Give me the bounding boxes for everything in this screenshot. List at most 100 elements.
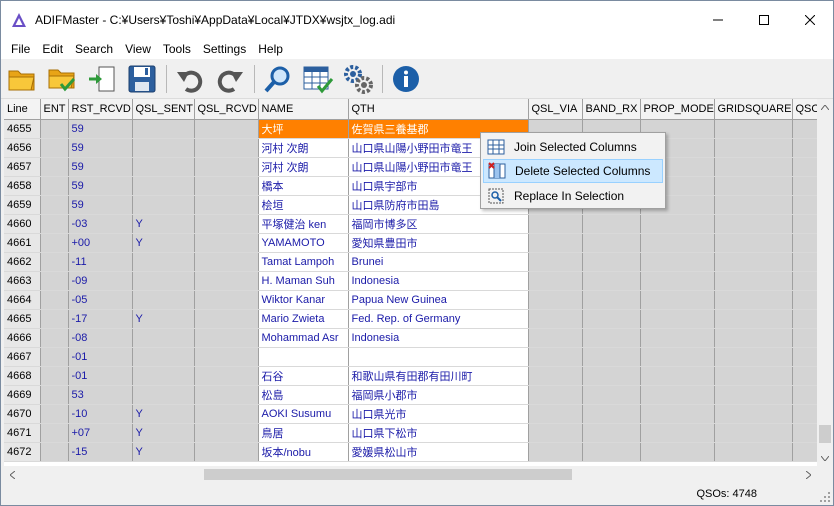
cell-ent[interactable]	[40, 157, 69, 177]
cell-line[interactable]: 4666	[4, 328, 41, 348]
cell-prop-mode[interactable]	[640, 366, 715, 386]
cell-prop-mode[interactable]	[640, 271, 715, 291]
table-row[interactable]: 4669 53 松島 福岡県小郡市	[4, 385, 817, 405]
cell-qso[interactable]	[792, 442, 817, 462]
cell-qsl-sent[interactable]: Y	[132, 309, 195, 329]
cell-qsl-via[interactable]	[528, 404, 583, 424]
table-row[interactable]: 4664 -05 Wiktor Kanar Papua New Guinea	[4, 290, 817, 310]
cell-gridsquare[interactable]	[714, 157, 793, 177]
cell-name[interactable]: 鳥居	[258, 423, 349, 443]
cell-qsl-via[interactable]	[528, 214, 583, 234]
cell-qsl-via[interactable]	[528, 271, 583, 291]
cell-name[interactable]: 桧垣	[258, 195, 349, 215]
cell-qsl-sent[interactable]	[132, 252, 195, 272]
scroll-left-button[interactable]	[4, 466, 21, 483]
import-button[interactable]	[85, 62, 119, 96]
cell-ent[interactable]	[40, 290, 69, 310]
cell-gridsquare[interactable]	[714, 138, 793, 158]
table-row[interactable]: 4666 -08 Mohammad Asr Indonesia	[4, 328, 817, 348]
cell-qsl-sent[interactable]	[132, 119, 195, 139]
cell-qsl-sent[interactable]	[132, 347, 195, 367]
cell-line[interactable]: 4670	[4, 404, 41, 424]
menu-edit[interactable]: Edit	[36, 39, 69, 59]
cell-qsl-sent[interactable]: Y	[132, 404, 195, 424]
menu-file[interactable]: File	[5, 39, 36, 59]
cell-qso[interactable]	[792, 328, 817, 348]
cell-gridsquare[interactable]	[714, 442, 793, 462]
cell-prop-mode[interactable]	[640, 290, 715, 310]
cell-gridsquare[interactable]	[714, 195, 793, 215]
cell-qth[interactable]: Fed. Rep. of Germany	[348, 309, 529, 329]
cell-qth[interactable]: 山口県下松市	[348, 423, 529, 443]
cell-ent[interactable]	[40, 271, 69, 291]
cell-gridsquare[interactable]	[714, 252, 793, 272]
horizontal-scrollbar[interactable]	[4, 466, 817, 483]
scroll-down-button[interactable]	[817, 450, 833, 466]
cell-name[interactable]: 坂本/nobu	[258, 442, 349, 462]
table-row[interactable]: 4672 -15 Y 坂本/nobu 愛媛県松山市	[4, 442, 817, 462]
cell-rst-rcvd[interactable]: -15	[68, 442, 133, 462]
cell-qsl-via[interactable]	[528, 347, 583, 367]
cell-qsl-sent[interactable]: Y	[132, 233, 195, 253]
cell-band-rx[interactable]	[582, 385, 641, 405]
cell-qsl-rcvd[interactable]	[194, 271, 259, 291]
cell-qso[interactable]	[792, 119, 817, 139]
cell-gridsquare[interactable]	[714, 214, 793, 234]
menu-search[interactable]: Search	[69, 39, 119, 59]
cell-line[interactable]: 4656	[4, 138, 41, 158]
column-header-line[interactable]: Line	[4, 99, 41, 120]
cell-ent[interactable]	[40, 442, 69, 462]
cell-qth[interactable]: 和歌山県有田郡有田川町	[348, 366, 529, 386]
cell-name[interactable]: 河村 次朗	[258, 138, 349, 158]
cell-qso[interactable]	[792, 176, 817, 196]
cell-qso[interactable]	[792, 214, 817, 234]
cell-prop-mode[interactable]	[640, 442, 715, 462]
cell-rst-rcvd[interactable]: 59	[68, 157, 133, 177]
cell-qth[interactable]	[348, 347, 529, 367]
search-button[interactable]	[261, 62, 295, 96]
data-grid[interactable]: Line ENT RST_RCVD QSL_SENT QSL_RCVD NAME…	[4, 99, 817, 466]
validate-button[interactable]	[301, 62, 335, 96]
resize-grip-icon[interactable]	[819, 491, 831, 503]
cell-qso[interactable]	[792, 138, 817, 158]
cell-prop-mode[interactable]	[640, 214, 715, 234]
table-row[interactable]: 4665 -17 Y Mario Zwieta Fed. Rep. of Germany	[4, 309, 817, 329]
join-selected-columns-item[interactable]: Join Selected Columns	[483, 135, 663, 159]
cell-gridsquare[interactable]	[714, 271, 793, 291]
cell-line[interactable]: 4671	[4, 423, 41, 443]
cell-qsl-sent[interactable]	[132, 385, 195, 405]
cell-name[interactable]: H. Maman Suh	[258, 271, 349, 291]
cell-band-rx[interactable]	[582, 290, 641, 310]
cell-name[interactable]: Mohammad Asr	[258, 328, 349, 348]
cell-rst-rcvd[interactable]: -08	[68, 328, 133, 348]
column-header-prop-mode[interactable]: PROP_MODE	[640, 99, 715, 120]
menu-help[interactable]: Help	[252, 39, 289, 59]
cell-qsl-sent[interactable]	[132, 176, 195, 196]
cell-qth[interactable]: 福岡市博多区	[348, 214, 529, 234]
cell-gridsquare[interactable]	[714, 176, 793, 196]
cell-ent[interactable]	[40, 119, 69, 139]
cell-line[interactable]: 4665	[4, 309, 41, 329]
cell-qsl-sent[interactable]	[132, 138, 195, 158]
cell-name[interactable]	[258, 347, 349, 367]
cell-qso[interactable]	[792, 423, 817, 443]
open-button[interactable]	[5, 62, 39, 96]
cell-band-rx[interactable]	[582, 214, 641, 234]
cell-qsl-via[interactable]	[528, 366, 583, 386]
cell-line[interactable]: 4662	[4, 252, 41, 272]
cell-band-rx[interactable]	[582, 366, 641, 386]
cell-name[interactable]: Tamat Lampoh	[258, 252, 349, 272]
cell-qth[interactable]: Brunei	[348, 252, 529, 272]
menu-view[interactable]: View	[119, 39, 157, 59]
table-row[interactable]: 4663 -09 H. Maman Suh Indonesia	[4, 271, 817, 291]
table-row[interactable]: 4661 +00 Y YAMAMOTO 愛知県豊田市	[4, 233, 817, 253]
cell-line[interactable]: 4657	[4, 157, 41, 177]
cell-qso[interactable]	[792, 404, 817, 424]
cell-gridsquare[interactable]	[714, 366, 793, 386]
cell-qth[interactable]: Indonesia	[348, 271, 529, 291]
cell-gridsquare[interactable]	[714, 290, 793, 310]
save-button[interactable]	[125, 62, 159, 96]
table-row[interactable]: 4667 -01	[4, 347, 817, 367]
cell-line[interactable]: 4660	[4, 214, 41, 234]
cell-ent[interactable]	[40, 347, 69, 367]
